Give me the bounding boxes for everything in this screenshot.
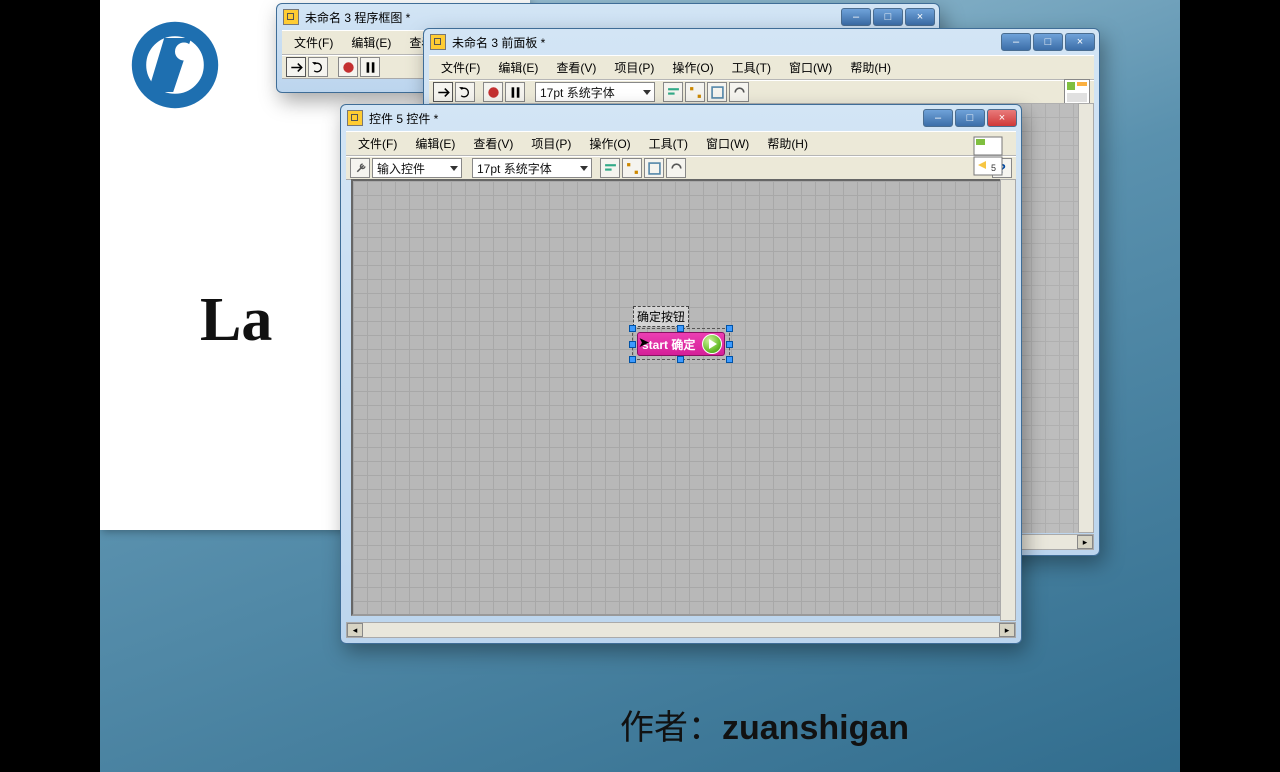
menu-project[interactable]: 项目(P) (523, 134, 579, 153)
connector-pane-icon[interactable]: 5 (968, 135, 1008, 179)
resize-handle[interactable] (726, 341, 733, 348)
maximize-button[interactable]: □ (955, 109, 985, 127)
align-button[interactable] (663, 82, 683, 102)
scroll-right-button[interactable]: ▸ (1077, 535, 1093, 549)
toolbar: 输入控件 17pt 系统字体 ? 5 (346, 156, 1016, 180)
menu-file[interactable]: 文件(F) (286, 33, 341, 52)
menu-edit[interactable]: 编辑(E) (490, 58, 546, 77)
ok-button-control[interactable]: 确定按钮 start 确定 ➤ (633, 306, 729, 359)
resize-button[interactable] (644, 158, 664, 178)
control-mode-dropdown[interactable]: 输入控件 (372, 158, 462, 178)
resize-handle[interactable] (629, 325, 636, 332)
window-title: 未命名 3 程序框图 * (305, 9, 410, 26)
distribute-button[interactable] (622, 158, 642, 178)
labview-icon (347, 110, 363, 126)
maximize-button[interactable]: □ (1033, 33, 1063, 51)
menu-operate[interactable]: 操作(O) (581, 134, 638, 153)
letterbox-left (0, 0, 100, 772)
menu-help[interactable]: 帮助(H) (759, 134, 816, 153)
ok-button-face[interactable]: start 确定 (637, 332, 725, 356)
menu-edit[interactable]: 编辑(E) (343, 33, 399, 52)
ok-button-text: start 确定 (642, 336, 695, 353)
close-button[interactable]: × (987, 109, 1017, 127)
menu-file[interactable]: 文件(F) (433, 58, 488, 77)
scrollbar-vertical[interactable] (1000, 179, 1016, 621)
play-icon (702, 334, 722, 354)
reorder-button[interactable] (729, 82, 749, 102)
logo-icon (130, 20, 220, 110)
control-label[interactable]: 确定按钮 (633, 306, 689, 327)
run-button[interactable] (286, 57, 306, 77)
font-dropdown[interactable]: 17pt 系统字体 (535, 82, 655, 102)
scroll-left-button[interactable]: ◂ (347, 623, 363, 637)
control-editor-canvas[interactable]: 确定按钮 start 确定 ➤ (353, 181, 1009, 614)
maximize-button[interactable]: □ (873, 8, 903, 26)
abort-button[interactable] (338, 57, 358, 77)
resize-handle[interactable] (629, 341, 636, 348)
background-heading: La (200, 285, 272, 356)
scrollbar-vertical[interactable] (1078, 103, 1094, 533)
menu-tools[interactable]: 工具(T) (641, 134, 696, 153)
menu-view[interactable]: 查看(V) (465, 134, 521, 153)
align-button[interactable] (600, 158, 620, 178)
window-control-editor[interactable]: 控件 5 控件 * – □ × 文件(F) 编辑(E) 查看(V) 项目(P) … (340, 104, 1022, 644)
scroll-right-button[interactable]: ▸ (999, 623, 1015, 637)
titlebar[interactable]: 未命名 3 前面板 * – □ × (424, 29, 1099, 55)
abort-button[interactable] (483, 82, 503, 102)
resize-handle[interactable] (677, 325, 684, 332)
menubar: 文件(F) 编辑(E) 查看(V) 项目(P) 操作(O) 工具(T) 窗口(W… (346, 131, 1016, 156)
menubar: 文件(F) 编辑(E) 查看(V) 项目(P) 操作(O) 工具(T) 窗口(W… (429, 55, 1094, 80)
resize-handle[interactable] (726, 356, 733, 363)
letterbox-right (1180, 0, 1280, 772)
wrench-button[interactable] (350, 158, 370, 178)
menu-project[interactable]: 项目(P) (606, 58, 662, 77)
window-title: 控件 5 控件 * (369, 110, 438, 127)
close-button[interactable]: × (905, 8, 935, 26)
resize-handle[interactable] (629, 356, 636, 363)
menu-window[interactable]: 窗口(W) (698, 134, 757, 153)
labview-icon (430, 34, 446, 50)
pause-button[interactable] (360, 57, 380, 77)
toolbar: 17pt 系统字体 ? (429, 80, 1094, 104)
menu-window[interactable]: 窗口(W) (781, 58, 840, 77)
distribute-button[interactable] (685, 82, 705, 102)
menu-view[interactable]: 查看(V) (548, 58, 604, 77)
menu-help[interactable]: 帮助(H) (842, 58, 899, 77)
menu-operate[interactable]: 操作(O) (664, 58, 721, 77)
pause-button[interactable] (505, 82, 525, 102)
menu-tools[interactable]: 工具(T) (724, 58, 779, 77)
window-title: 未命名 3 前面板 * (452, 34, 545, 51)
resize-handle[interactable] (677, 356, 684, 363)
resize-button[interactable] (707, 82, 727, 102)
close-button[interactable]: × (1065, 33, 1095, 51)
minimize-button[interactable]: – (923, 109, 953, 127)
resize-handle[interactable] (726, 325, 733, 332)
menu-edit[interactable]: 编辑(E) (407, 134, 463, 153)
run-button[interactable] (433, 82, 453, 102)
scrollbar-horizontal[interactable]: ◂ ▸ (346, 622, 1016, 638)
labview-icon (283, 9, 299, 25)
titlebar[interactable]: 未命名 3 程序框图 * – □ × (277, 4, 939, 30)
titlebar[interactable]: 控件 5 控件 * – □ × (341, 105, 1021, 131)
minimize-button[interactable]: – (841, 8, 871, 26)
svg-text:5: 5 (991, 163, 996, 173)
menu-file[interactable]: 文件(F) (350, 134, 405, 153)
desktop-background: La 作者：zuanshigan 未命名 3 程序框图 * – □ × 文件(F… (0, 0, 1280, 772)
vi-icon-pane[interactable] (1064, 79, 1090, 105)
run-continuous-button[interactable] (455, 82, 475, 102)
run-continuous-button[interactable] (308, 57, 328, 77)
font-dropdown[interactable]: 17pt 系统字体 (472, 158, 592, 178)
author-credit: 作者：zuanshigan (620, 700, 909, 749)
reorder-button[interactable] (666, 158, 686, 178)
minimize-button[interactable]: – (1001, 33, 1031, 51)
